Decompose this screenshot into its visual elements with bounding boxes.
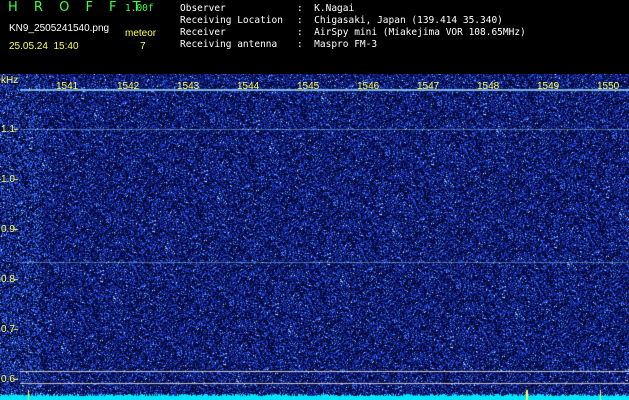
meta-value: : AirSpy mini (Miakejima VOR 108.65MHz) <box>297 27 526 38</box>
meta-key: Observer <box>180 3 226 14</box>
x-tick-label: 1543 <box>177 81 200 92</box>
y-axis-unit-label: kHz <box>1 75 19 86</box>
meta-row-antenna: Receiving antenna : Maspro FM-3 <box>180 39 526 51</box>
metadata-panel: Observer : K.Nagai Receiving Location : … <box>180 3 526 51</box>
x-tick-label: 1547 <box>417 81 440 92</box>
x-tick-label: 1546 <box>357 81 380 92</box>
meta-value: : Chigasaki, Japan (139.414 35.340) <box>297 15 503 26</box>
y-tick-label: 0.9 <box>1 224 15 235</box>
meta-value: : Maspro FM-3 <box>297 39 378 50</box>
file-name: KN9_2505241540.png <box>9 23 110 34</box>
y-tick-label: 1.0 <box>1 174 15 185</box>
y-tick-label: 0.7 <box>1 324 15 335</box>
y-tick-label: 1.1 <box>1 124 15 135</box>
meta-key: Receiving Location <box>180 15 283 26</box>
meta-value: : K.Nagai <box>297 3 355 14</box>
meta-key: Receiver <box>180 27 226 38</box>
meta-row-receiver: Receiver : AirSpy mini (Miakejima VOR 10… <box>180 27 526 39</box>
meteor-label: meteor <box>125 28 157 39</box>
y-tick-label: 0.6 <box>1 374 15 385</box>
x-tick-label: 1541 <box>56 81 79 92</box>
x-tick-label: 1545 <box>297 81 320 92</box>
spectrogram <box>0 74 629 400</box>
meta-row-location: Receiving Location : Chigasaki, Japan (1… <box>180 15 526 27</box>
meteor-count: 7 <box>140 41 146 52</box>
x-tick-label: 1542 <box>117 81 140 92</box>
date-time: 25.05.24 15:40 <box>9 41 79 52</box>
meta-key: Receiving antenna <box>180 39 278 50</box>
x-tick-label: 1550 <box>597 81 620 92</box>
y-tick-label: 0.8 <box>1 274 15 285</box>
version-label: 1.00f <box>125 3 154 14</box>
meta-row-observer: Observer : K.Nagai <box>180 3 526 15</box>
x-tick-label: 1549 <box>537 81 560 92</box>
x-tick-label: 1548 <box>477 81 500 92</box>
x-tick-label: 1544 <box>237 81 260 92</box>
